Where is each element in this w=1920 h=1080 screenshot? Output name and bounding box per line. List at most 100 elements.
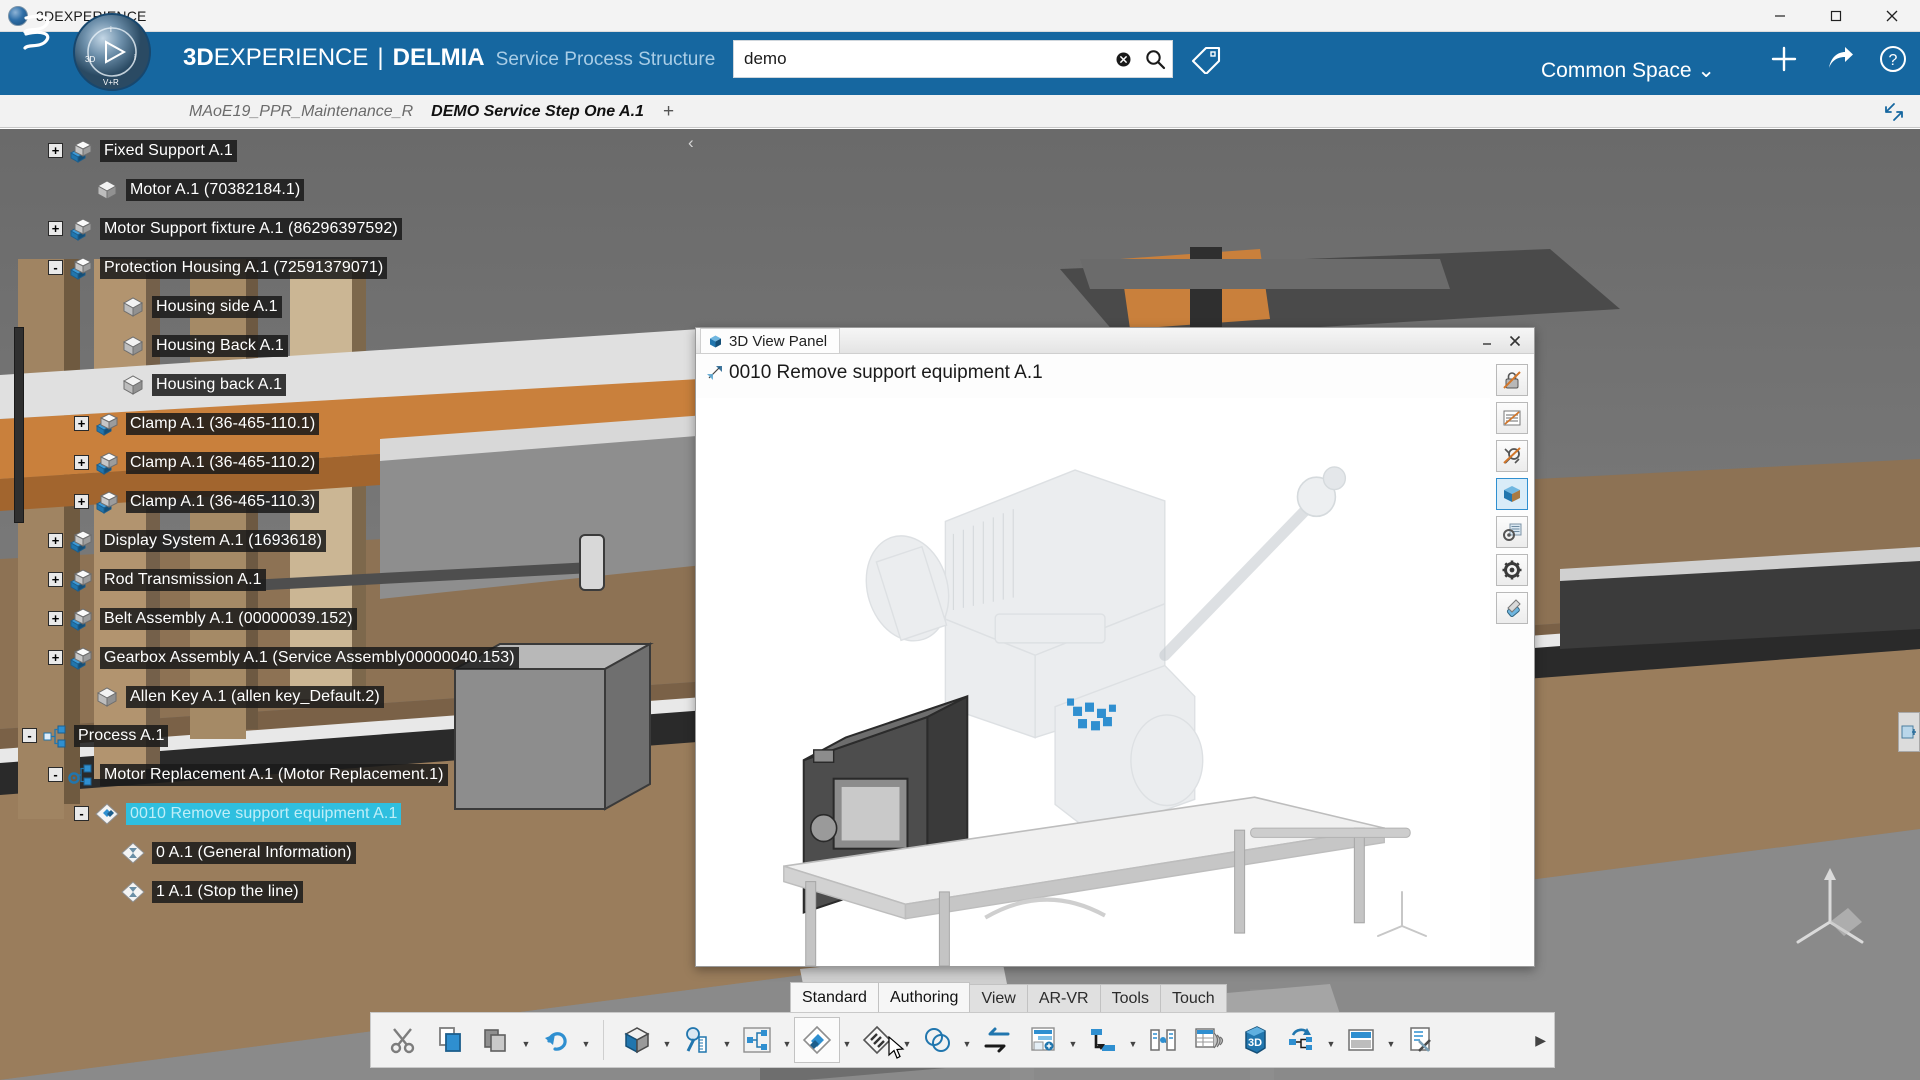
3d-view-panel-close-button[interactable]	[1508, 334, 1522, 348]
tree-node[interactable]: Housing Back A.1	[22, 326, 662, 365]
tree-expand-toggle[interactable]: +	[48, 650, 63, 665]
list-insert-icon[interactable]	[1020, 1017, 1066, 1063]
panel-view-icon[interactable]	[1338, 1017, 1384, 1063]
document-tab-1[interactable]: DEMO Service Step One A.1	[422, 95, 653, 128]
action-bar-tab-authoring[interactable]: Authoring	[877, 982, 971, 1012]
tree-node[interactable]: 0 A.1 (General Information)	[22, 833, 662, 872]
3d-view-panel-dialog[interactable]: 3D View Panel 0010 Remove support equipm…	[695, 327, 1535, 967]
tree-node[interactable]: + Gearbox Assembly A.1 (Service Assembly0…	[22, 638, 662, 677]
tree-node[interactable]: + Rod Transmission A.1	[22, 560, 662, 599]
plus-icon[interactable]	[1769, 44, 1799, 74]
chevron-down-icon[interactable]: ▼	[960, 1017, 974, 1063]
tree-expand-toggle[interactable]: +	[74, 455, 89, 470]
undo-icon[interactable]	[533, 1017, 579, 1063]
3d-shape-icon[interactable]	[614, 1017, 660, 1063]
clear-circle-icon[interactable]	[1108, 51, 1138, 68]
tree-node[interactable]: - Process A.1	[22, 716, 662, 755]
chevron-down-icon[interactable]: ▼	[1384, 1017, 1398, 1063]
3d-view-panel-tab[interactable]: 3D View Panel	[700, 328, 841, 353]
chevron-down-icon[interactable]: ▼	[579, 1017, 593, 1063]
swap-arrows-icon[interactable]	[974, 1017, 1020, 1063]
annotation-lines-icon[interactable]	[1496, 402, 1528, 434]
tree-node[interactable]: 1 A.1 (Stop the line)	[22, 872, 662, 911]
tree-node[interactable]: Housing side A.1	[22, 287, 662, 326]
chevron-down-icon[interactable]: ▼	[780, 1017, 794, 1063]
action-bar-tab-standard[interactable]: Standard	[790, 982, 879, 1012]
compare-panels-icon[interactable]	[1140, 1017, 1186, 1063]
document-tools-icon[interactable]	[1398, 1017, 1444, 1063]
tree-expand-toggle[interactable]: +	[48, 611, 63, 626]
settings-list-icon[interactable]	[1496, 516, 1528, 548]
action-bar-tab-touch[interactable]: Touch	[1159, 984, 1227, 1012]
tree-node[interactable]: Allen Key A.1 (allen key_Default.2)	[22, 677, 662, 716]
panel-dock-icon[interactable]	[1898, 712, 1920, 752]
expand-diagonal-icon[interactable]	[1880, 98, 1908, 126]
3d-view-panel-canvas[interactable]	[696, 398, 1490, 966]
measure-icon[interactable]	[674, 1017, 720, 1063]
common-space-selector[interactable]: Common Space ⌄	[1541, 58, 1715, 83]
tree-collapse-toggle[interactable]: -	[74, 806, 89, 821]
paste-icon[interactable]	[473, 1017, 519, 1063]
action-bar-tab-view[interactable]: View	[969, 984, 1028, 1012]
chevron-down-icon[interactable]: ▼	[1126, 1017, 1140, 1063]
eraser-icon[interactable]	[1496, 592, 1528, 624]
help-question-icon[interactable]: ?	[1878, 44, 1908, 74]
tree-node[interactable]: + Clamp A.1 (36-465-110.3)	[22, 482, 662, 521]
tree-node[interactable]: - 0010 Remove support equipment A.1	[22, 794, 662, 833]
3d-part-highlight-icon[interactable]	[1496, 478, 1528, 510]
tree-node[interactable]: Housing back A.1	[22, 365, 662, 404]
maximize-button[interactable]	[1808, 0, 1864, 32]
close-button[interactable]	[1864, 0, 1920, 32]
structure-tree-icon[interactable]	[734, 1017, 780, 1063]
tree-collapse-toggle[interactable]: -	[48, 260, 63, 275]
tree-expand-toggle[interactable]: +	[48, 572, 63, 587]
chevron-down-icon[interactable]: ▼	[519, 1017, 533, 1063]
share-arrow-icon[interactable]	[1825, 44, 1855, 74]
copy-icon[interactable]	[427, 1017, 473, 1063]
tree-collapse-toggle[interactable]: -	[48, 767, 63, 782]
tree-node[interactable]: Motor A.1 (70382184.1)	[22, 170, 662, 209]
chevron-down-icon[interactable]: ▼	[720, 1017, 734, 1063]
chevron-down-icon[interactable]: ▼	[840, 1017, 854, 1063]
action-bar-overflow-arrow[interactable]: ▶	[1535, 1032, 1554, 1049]
3d-view-panel-minimize-button[interactable]	[1480, 334, 1494, 348]
3d-box-icon[interactable]: 3D	[1232, 1017, 1278, 1063]
tree-expand-toggle[interactable]: +	[48, 143, 63, 158]
action-bar-tab-ar-vr[interactable]: AR-VR	[1026, 984, 1101, 1012]
sync-process-icon[interactable]	[1278, 1017, 1324, 1063]
tree-expand-toggle[interactable]: +	[48, 221, 63, 236]
search-box[interactable]	[733, 40, 1173, 78]
add-tab-button[interactable]: +	[653, 95, 684, 128]
tree-node[interactable]: + Motor Support fixture A.1 (86296397592)	[22, 209, 662, 248]
overlap-circles-icon[interactable]	[914, 1017, 960, 1063]
3dexperience-compass[interactable]: 3D i i V+R	[72, 12, 152, 92]
tag-icon[interactable]	[1190, 44, 1224, 74]
tree-node[interactable]: + Clamp A.1 (36-465-110.2)	[22, 443, 662, 482]
tree-node[interactable]: + Fixed Support A.1	[22, 131, 662, 170]
tree-node[interactable]: - Motor Replacement A.1 (Motor Replacemen…	[22, 755, 662, 794]
search-input[interactable]	[734, 41, 1108, 77]
chevron-down-icon[interactable]: ▼	[1324, 1017, 1338, 1063]
tree-expand-toggle[interactable]: +	[74, 416, 89, 431]
tree-collapse-toggle[interactable]: -	[22, 728, 37, 743]
magnifier-cross-icon[interactable]	[1496, 440, 1528, 472]
tree-expand-toggle[interactable]: +	[48, 533, 63, 548]
cut-scissors-icon[interactable]	[381, 1017, 427, 1063]
tree-expand-toggle[interactable]: +	[74, 494, 89, 509]
document-tab-0[interactable]: MAoE19_PPR_Maintenance_R	[180, 95, 422, 128]
minimize-button[interactable]	[1752, 0, 1808, 32]
link-step-icon[interactable]	[1080, 1017, 1126, 1063]
tag-diamond-icon[interactable]	[794, 1017, 840, 1063]
layers-table-icon[interactable]	[1186, 1017, 1232, 1063]
lock-toggle-icon[interactable]	[1496, 364, 1528, 396]
viewport-compass-icon[interactable]	[1790, 860, 1870, 950]
tree-node[interactable]: + Belt Assembly A.1 (00000039.152)	[22, 599, 662, 638]
action-bar-tab-tools[interactable]: Tools	[1099, 984, 1161, 1012]
tree-node[interactable]: - Protection Housing A.1 (72591379071)	[22, 248, 662, 287]
tree-collapse-caret[interactable]: ‹	[688, 133, 694, 153]
search-icon[interactable]	[1138, 49, 1172, 70]
gear-icon[interactable]	[1496, 554, 1528, 586]
tree-node[interactable]: + Display System A.1 (1693618)	[22, 521, 662, 560]
tree-node[interactable]: + Clamp A.1 (36-465-110.1)	[22, 404, 662, 443]
chevron-down-icon[interactable]: ▼	[660, 1017, 674, 1063]
